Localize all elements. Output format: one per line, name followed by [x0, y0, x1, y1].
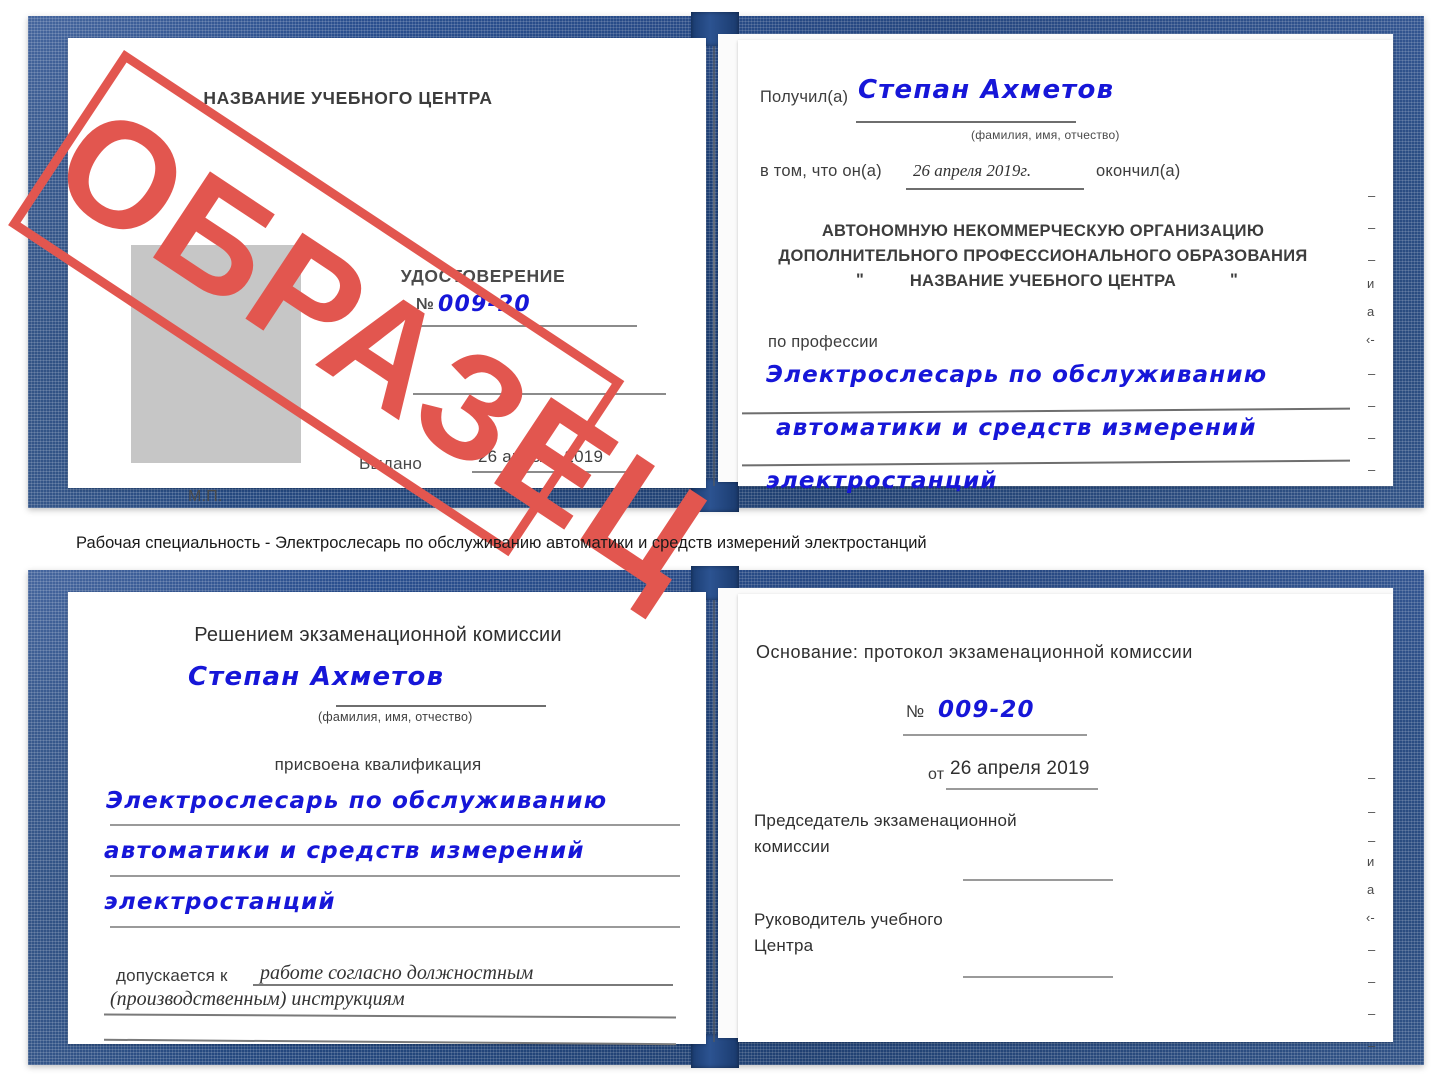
basis-protocol-label: Основание: протокол экзаменационной коми… [756, 642, 1193, 662]
protocol-number-value: 009-20 [938, 697, 1035, 723]
page-top-right: Получил(а) Степан Ахметов (фамилия, имя,… [738, 40, 1393, 494]
profession-rule-2 [742, 459, 1350, 466]
edge-mark-0: – [1368, 188, 1376, 203]
certificate-number-rule [415, 325, 637, 327]
certificate-number-value: 009-20 [438, 292, 531, 317]
blank-rule-mid [413, 393, 666, 395]
edge-mark-b5: ‹- [1366, 910, 1375, 925]
edge-mark-b8: – [1368, 1006, 1376, 1021]
head-of-center-label-line1: Руководитель учебного [754, 910, 943, 929]
edge-mark-b0: – [1368, 770, 1376, 785]
edge-mark-9: – [1368, 462, 1376, 477]
qualification-rule-2 [110, 875, 680, 877]
certificate-bottom: Решением экзаменационной комиссии Степан… [28, 566, 1424, 1068]
received-label: Получил(а) [760, 88, 849, 106]
edge-mark-8: – [1368, 430, 1376, 445]
org-line-3: НАЗВАНИЕ УЧЕБНОГО ЦЕНТРА [909, 272, 1177, 290]
profession-rule-1 [742, 407, 1350, 414]
edge-mark-b7: – [1368, 974, 1376, 989]
edge-mark-b3: и [1367, 854, 1375, 869]
completion-date-value: 26 апреля 2019г. [913, 161, 1032, 180]
qualification-rule-3 [110, 926, 680, 928]
training-center-name-top: НАЗВАНИЕ УЧЕБНОГО ЦЕНТРА [203, 88, 493, 108]
chairman-label-line1: Председатель экзаменационной [754, 811, 1017, 830]
allowed-rule-1 [253, 984, 673, 986]
certificate-top: НАЗВАНИЕ УЧЕБНОГО ЦЕНТРА УДОСТОВЕРЕНИЕ №… [8, 12, 1424, 623]
seal-place-label: М.П. [188, 488, 223, 505]
completion-date-rule [906, 188, 1084, 190]
received-name-value: Степан Ахметов [858, 75, 1115, 105]
chairman-label-line2: комиссии [754, 837, 830, 856]
protocol-date-rule [946, 788, 1098, 790]
commission-name-value: Степан Ахметов [188, 662, 445, 692]
edge-marks-top: – – – и а ‹- – – – – [1366, 176, 1396, 477]
protocol-date-label: от [928, 766, 945, 783]
edge-mark-7: – [1368, 398, 1376, 413]
qualification-label: присвоена квалификация [274, 755, 482, 774]
spine-fold-bottom [713, 600, 715, 1042]
that-he-label: в том, что он(а) [760, 162, 882, 180]
issue-date-rule [472, 471, 637, 473]
certificate-number-label: № [416, 296, 435, 313]
edge-mark-5: ‹- [1366, 332, 1375, 347]
allowed-to-value-line1: работе согласно должностным [260, 962, 534, 984]
edge-mark-b2: – [1368, 833, 1376, 848]
qualification-line-1: Электрослесарь по обслуживанию [106, 788, 608, 814]
qualification-line-2: автоматики и средств измерений [104, 838, 585, 864]
received-name-rule [856, 121, 1076, 123]
profession-line-3: электростанций [766, 468, 998, 494]
edge-mark-1: – [1368, 220, 1376, 235]
protocol-number-label: № [906, 702, 925, 721]
head-of-center-signature-rule [963, 976, 1113, 978]
issue-date-value: 26 апреля 2019 [478, 447, 604, 466]
edge-mark-3: и [1367, 276, 1375, 291]
commission-name-rule [336, 705, 546, 707]
org-line-1: АВТОНОМНУЮ НЕКОММЕРЧЕСКУЮ ОРГАНИЗАЦИЮ [821, 222, 1265, 240]
commission-decision-header: Решением экзаменационной комиссии [194, 624, 562, 646]
qualification-line-3: электростанций [104, 889, 336, 915]
edge-marks-bottom: – – – и а ‹- – – – – [1366, 770, 1396, 1070]
allowed-to-value-line2: (производственным) инструкциям [110, 988, 405, 1010]
protocol-number-rule [903, 734, 1087, 736]
org-quote-close: " [1230, 271, 1239, 289]
edge-mark-4: а [1367, 304, 1375, 319]
org-line-2: ДОПОЛНИТЕЛЬНОГО ПРОФЕССИОНАЛЬНОГО ОБРАЗО… [778, 247, 1308, 265]
allowed-rule-3 [104, 1038, 676, 1045]
edge-mark-b1: – [1368, 804, 1376, 819]
edge-mark-b6: – [1368, 942, 1376, 957]
profession-line-2: автоматики и средств измерений [776, 415, 1257, 441]
edge-mark-b9: – [1368, 1038, 1376, 1053]
allowed-rule-2 [103, 1013, 676, 1018]
edge-mark-6: – [1368, 366, 1376, 381]
protocol-date-value: 26 апреля 2019 [950, 758, 1090, 779]
chairman-signature-rule [963, 879, 1113, 881]
photo-placeholder [131, 245, 301, 463]
fio-hint-bottom: (фамилия, имя, отчество) [318, 710, 473, 724]
edge-mark-2: – [1368, 252, 1376, 267]
allowed-to-label: допускается к [116, 966, 228, 985]
page-bottom-left: Решением экзаменационной комиссии Степан… [68, 592, 706, 1045]
caption-text: Рабочая специальность - Электрослесарь п… [76, 534, 927, 552]
edge-mark-b4: а [1367, 882, 1375, 897]
document-type-label: УДОСТОВЕРЕНИЕ [400, 266, 566, 286]
head-of-center-label-line2: Центра [754, 936, 814, 955]
fio-hint-top: (фамилия, имя, отчество) [971, 128, 1120, 142]
page-bottom-right: Основание: протокол экзаменационной коми… [738, 594, 1393, 1042]
profession-line-1: Электрослесарь по обслуживанию [766, 362, 1268, 388]
spine-fold-top [713, 46, 715, 486]
qualification-rule-1 [110, 824, 680, 826]
finished-label: окончил(а) [1096, 162, 1181, 180]
page-top-left: НАЗВАНИЕ УЧЕБНОГО ЦЕНТРА УДОСТОВЕРЕНИЕ №… [68, 38, 706, 505]
issue-date-label: Выдано [359, 454, 422, 473]
profession-label: по профессии [768, 333, 879, 351]
